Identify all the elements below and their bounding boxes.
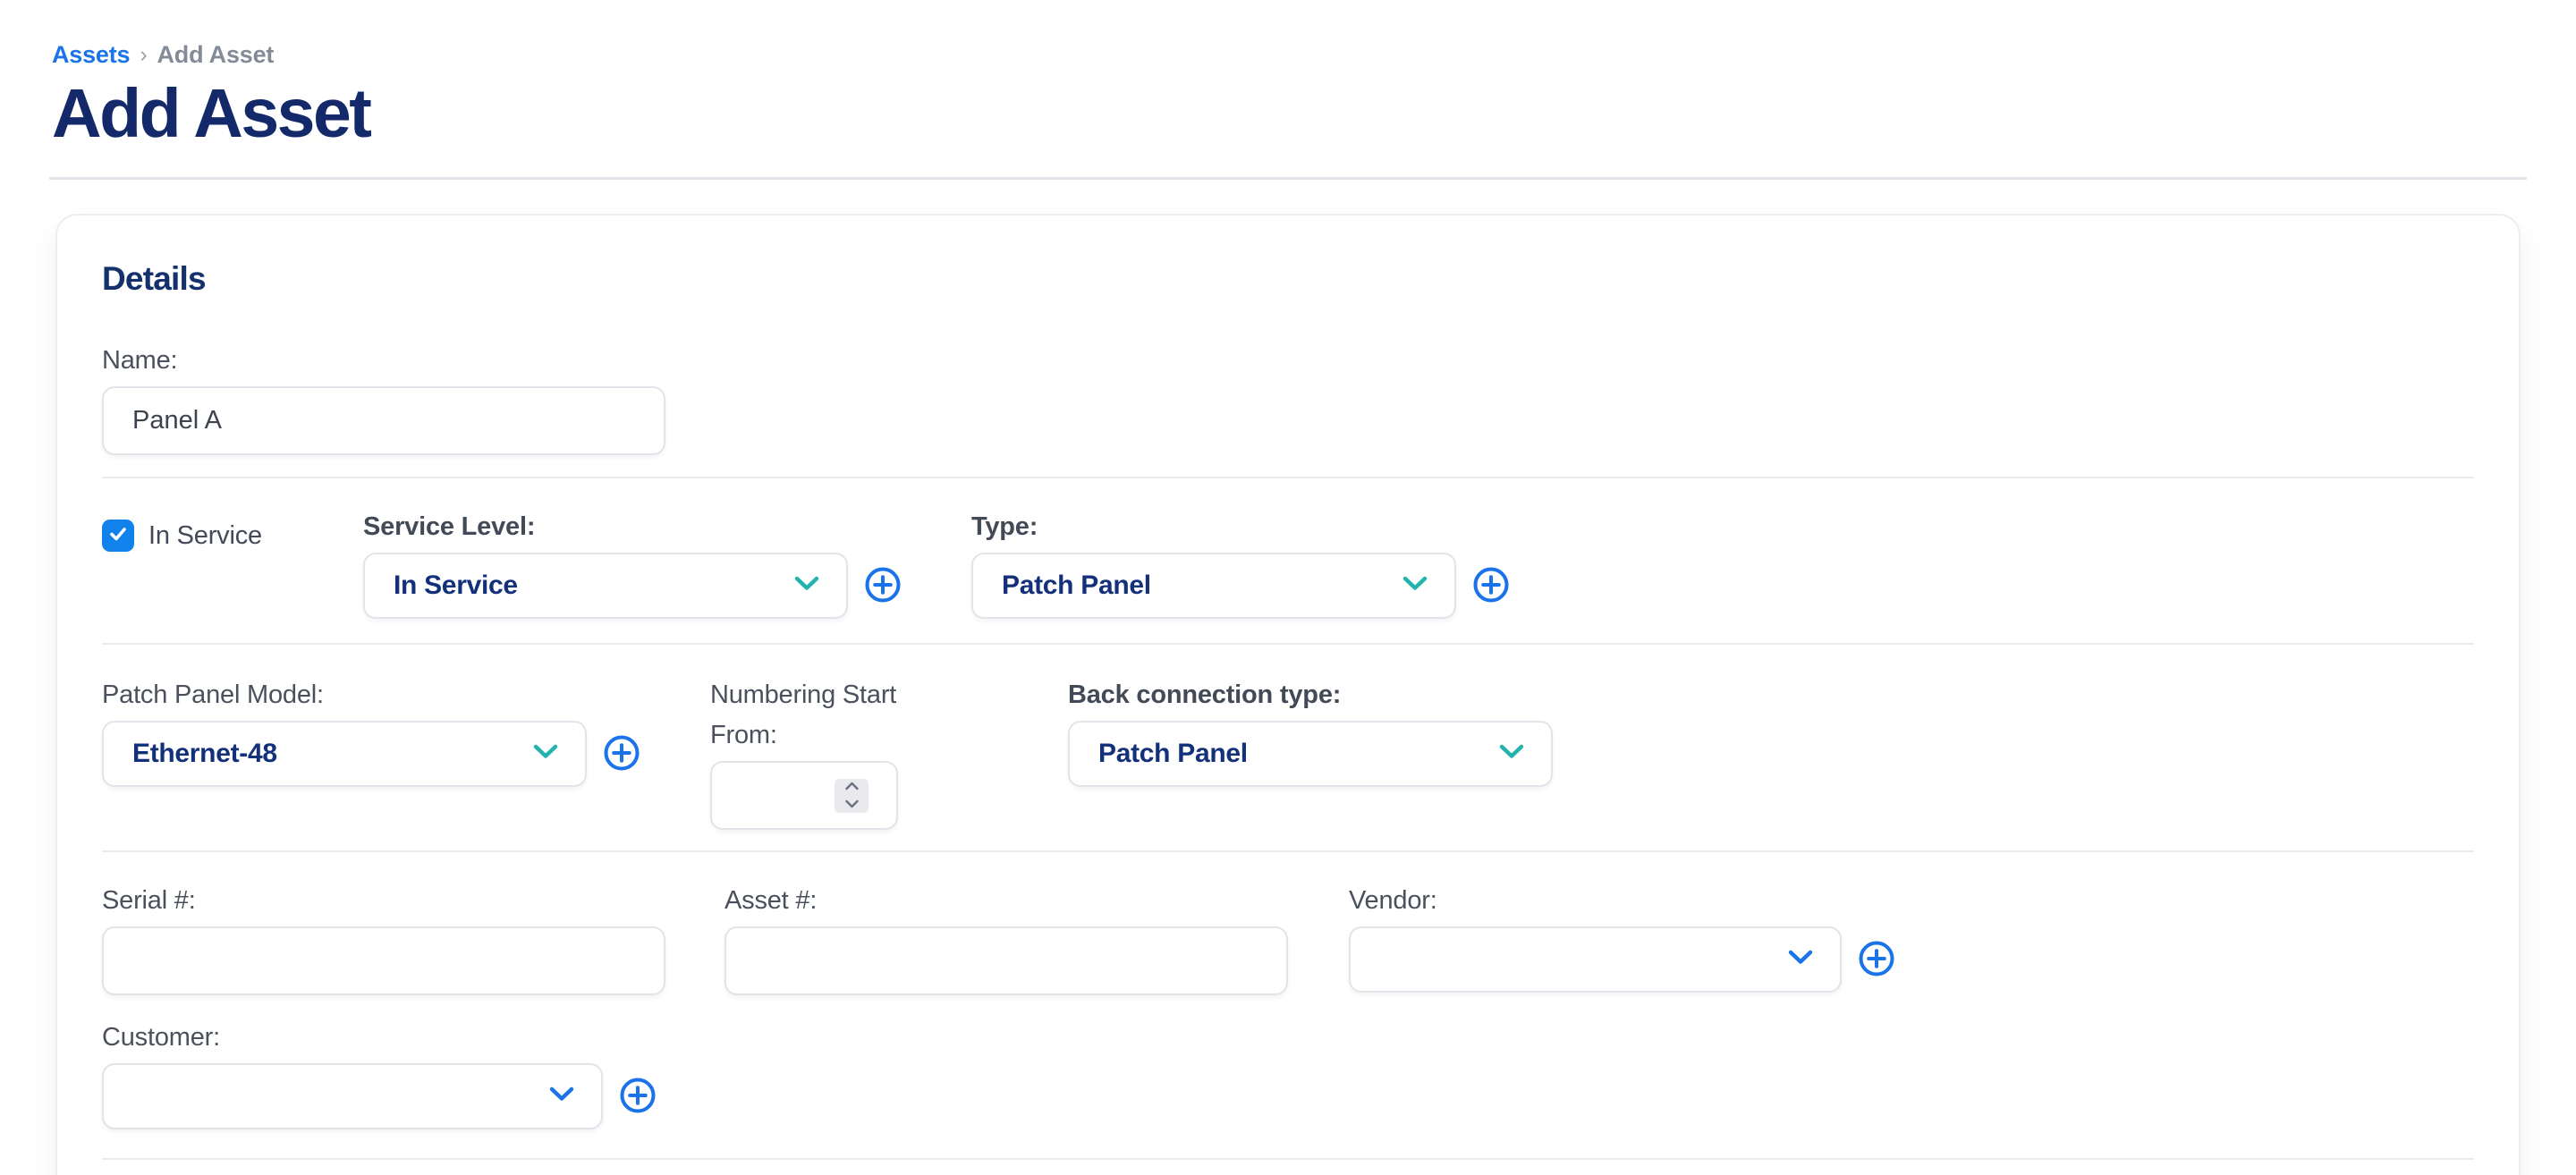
serial-number-field: Serial #: [102,881,724,995]
add-service-level-button[interactable] [864,567,902,604]
back-connection-type-label: Back connection type: [1068,675,1553,715]
chevron-down-icon [533,744,558,764]
back-connection-type-value: Patch Panel [1098,739,1248,769]
name-input[interactable] [102,386,665,455]
row-divider-bottom [102,1158,2474,1175]
in-service-checkbox-row: In Service [102,520,363,552]
plus-circle-icon [1858,940,1895,980]
plus-circle-icon [1472,566,1510,606]
customer-select[interactable] [102,1063,603,1129]
patch-panel-model-select[interactable]: Ethernet-48 [102,721,587,787]
section-title-details: Details [102,260,2474,298]
in-service-label: In Service [148,521,262,551]
add-type-button[interactable] [1472,567,1510,604]
breadcrumb: Assets › Add Asset [52,41,2524,69]
breadcrumb-link-assets[interactable]: Assets [52,41,130,69]
add-patch-panel-model-button[interactable] [603,735,640,773]
chevron-down-icon [844,797,860,813]
add-customer-button[interactable] [619,1078,657,1115]
vendor-field: Vendor: [1349,881,1895,993]
plus-circle-icon [603,734,640,774]
name-field: Name: [102,341,665,455]
chevron-up-icon [844,779,860,795]
add-vendor-button[interactable] [1858,941,1895,978]
patch-panel-model-label: Patch Panel Model: [102,675,710,715]
page-title: Add Asset [52,80,2524,148]
customer-label: Customer: [102,1018,2474,1058]
breadcrumb-separator: › [140,42,147,68]
chevron-down-icon [1402,576,1428,596]
asset-number-input[interactable] [724,926,1288,995]
numbering-start-label: Numbering Start From: [710,675,961,756]
patch-panel-model-value: Ethernet-48 [132,739,277,769]
plus-circle-icon [619,1077,657,1117]
name-label: Name: [102,341,665,381]
service-level-field: Service Level: In Service [363,507,971,619]
vendor-select[interactable] [1349,926,1842,993]
chevron-down-icon [794,576,819,596]
row-model: Patch Panel Model: Ethernet-48 [102,643,2474,850]
details-card: Details Name: In Service Service Le [55,214,2521,1175]
serial-number-input[interactable] [102,926,665,995]
asset-number-field: Asset #: [724,881,1349,995]
asset-number-label: Asset #: [724,881,1349,921]
service-level-label: Service Level: [363,507,971,547]
service-level-select[interactable]: In Service [363,553,848,619]
check-icon [107,523,129,549]
chevron-down-icon [549,1086,574,1106]
numbering-start-input[interactable] [710,761,898,830]
in-service-field: In Service [102,507,363,552]
back-connection-type-field: Back connection type: Patch Panel [1068,675,1553,787]
row-service: In Service Service Level: In Service [102,477,2474,643]
chevron-down-icon [1499,744,1524,764]
type-value: Patch Panel [1002,571,1151,601]
type-label: Type: [971,507,1510,547]
chevron-down-icon [1788,950,1813,969]
type-field: Type: Patch Panel [971,507,1510,619]
vendor-label: Vendor: [1349,881,1895,921]
customer-field: Customer: [102,1018,2474,1129]
row-identifiers: Serial #: Asset #: Vendor: [102,850,2474,1158]
numbering-start-field: Numbering Start From: [710,675,1068,830]
back-connection-type-select[interactable]: Patch Panel [1068,721,1553,787]
breadcrumb-current: Add Asset [157,41,275,69]
service-level-value: In Service [394,571,518,601]
serial-number-label: Serial #: [102,881,724,921]
plus-circle-icon [864,566,902,606]
patch-panel-model-field: Patch Panel Model: Ethernet-48 [102,675,710,787]
number-stepper[interactable] [835,779,869,813]
in-service-checkbox[interactable] [102,520,134,552]
page-header: Assets › Add Asset Add Asset [49,0,2527,180]
row-name: Name: [102,341,2474,477]
type-select[interactable]: Patch Panel [971,553,1456,619]
